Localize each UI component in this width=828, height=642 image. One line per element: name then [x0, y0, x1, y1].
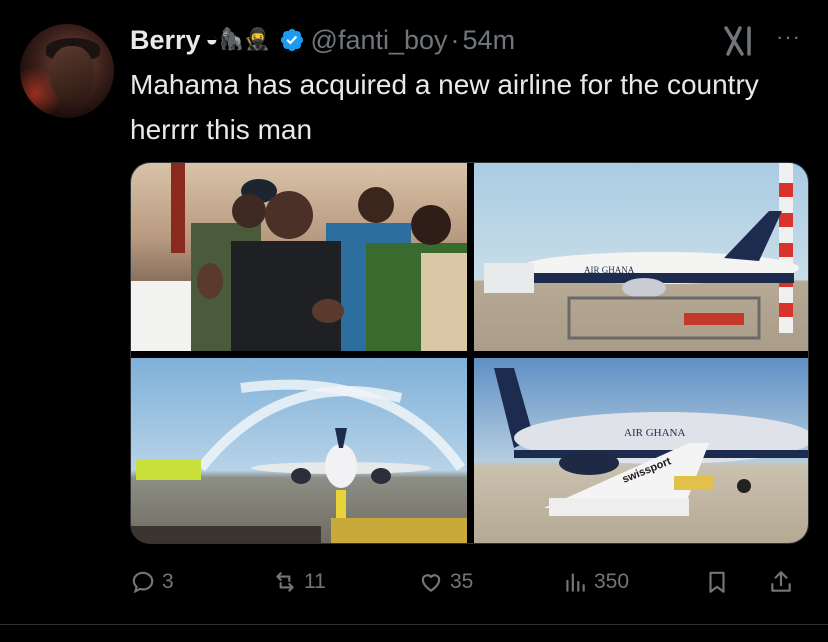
reply-count: 3	[162, 570, 174, 593]
post-text: Mahama has acquired a new airline for th…	[130, 69, 759, 145]
media-grid[interactable]: AIR GHANA AIR GHANA swissport	[130, 162, 809, 544]
crowd	[131, 526, 321, 543]
hand-gesture	[312, 299, 344, 323]
post-header: Berry ◒🦍🥷 @fanti_boy · 54m	[130, 22, 515, 58]
repost-icon	[276, 572, 294, 592]
views-count: 350	[594, 570, 630, 593]
reply-icon	[132, 571, 154, 594]
verified-badge-icon	[280, 28, 303, 52]
engine-dark	[559, 451, 619, 475]
author-handle[interactable]: @fanti_boy	[311, 25, 448, 56]
author-emoji: ◒🦍🥷	[205, 28, 271, 51]
dark-suit-figure	[231, 241, 341, 351]
welcome-scene	[131, 163, 467, 351]
grok-icon[interactable]	[722, 24, 758, 58]
avatar[interactable]	[20, 24, 114, 118]
swissport-scene: AIR GHANA swissport	[494, 368, 808, 516]
heart-icon	[421, 574, 441, 592]
media-photo-plane-tarmac[interactable]: AIR GHANA	[474, 163, 808, 351]
bookmark-icon	[709, 571, 725, 593]
door-frame	[171, 163, 185, 253]
separator-dot: ·	[450, 24, 460, 55]
post-divider	[0, 624, 828, 625]
beige-shirt	[421, 253, 467, 351]
share-icon	[771, 571, 791, 592]
reply-button[interactable]: 3	[130, 562, 174, 602]
soldier-head	[232, 194, 266, 228]
nose-wheel	[737, 479, 751, 493]
media-photo-welcome[interactable]	[131, 163, 467, 351]
share-button[interactable]	[768, 562, 800, 602]
repost-count: 11	[304, 570, 326, 593]
media-photo-swissport-stairs[interactable]: AIR GHANA swissport	[474, 358, 808, 543]
raised-hand	[197, 263, 223, 299]
plane-body	[325, 444, 357, 488]
tug-vehicle	[674, 476, 714, 490]
avatar-face	[50, 46, 94, 102]
livery-text: AIR GHANA	[584, 265, 635, 275]
like-button[interactable]: 35	[418, 562, 473, 602]
red-cart	[684, 313, 744, 325]
yellow-barrier	[331, 518, 467, 543]
media-photo-water-salute[interactable]	[131, 358, 467, 543]
engine	[622, 278, 666, 298]
more-options-icon[interactable]: ···	[776, 24, 801, 50]
man-with-glasses-head	[358, 187, 394, 223]
white-shirt-person	[131, 281, 191, 351]
fire-truck	[136, 460, 201, 480]
action-bar: 3 11 35 350	[130, 562, 810, 602]
views-chart-icon	[566, 573, 585, 592]
post-time[interactable]: 54m	[463, 25, 516, 56]
marshaller	[336, 490, 346, 518]
repost-button[interactable]: 11	[272, 562, 326, 602]
like-count: 35	[450, 570, 474, 593]
author-name[interactable]: Berry	[130, 25, 201, 56]
bookmark-button[interactable]	[704, 562, 736, 602]
plane-tarmac-scene: AIR GHANA	[484, 163, 799, 340]
views-button[interactable]: 350	[562, 562, 629, 602]
livery-text-2: AIR GHANA	[624, 427, 685, 439]
tail-fin	[724, 211, 782, 261]
man-right-head	[411, 205, 451, 245]
mahama-head	[265, 191, 313, 239]
stair-truck	[484, 263, 534, 293]
water-salute-scene	[131, 379, 467, 543]
